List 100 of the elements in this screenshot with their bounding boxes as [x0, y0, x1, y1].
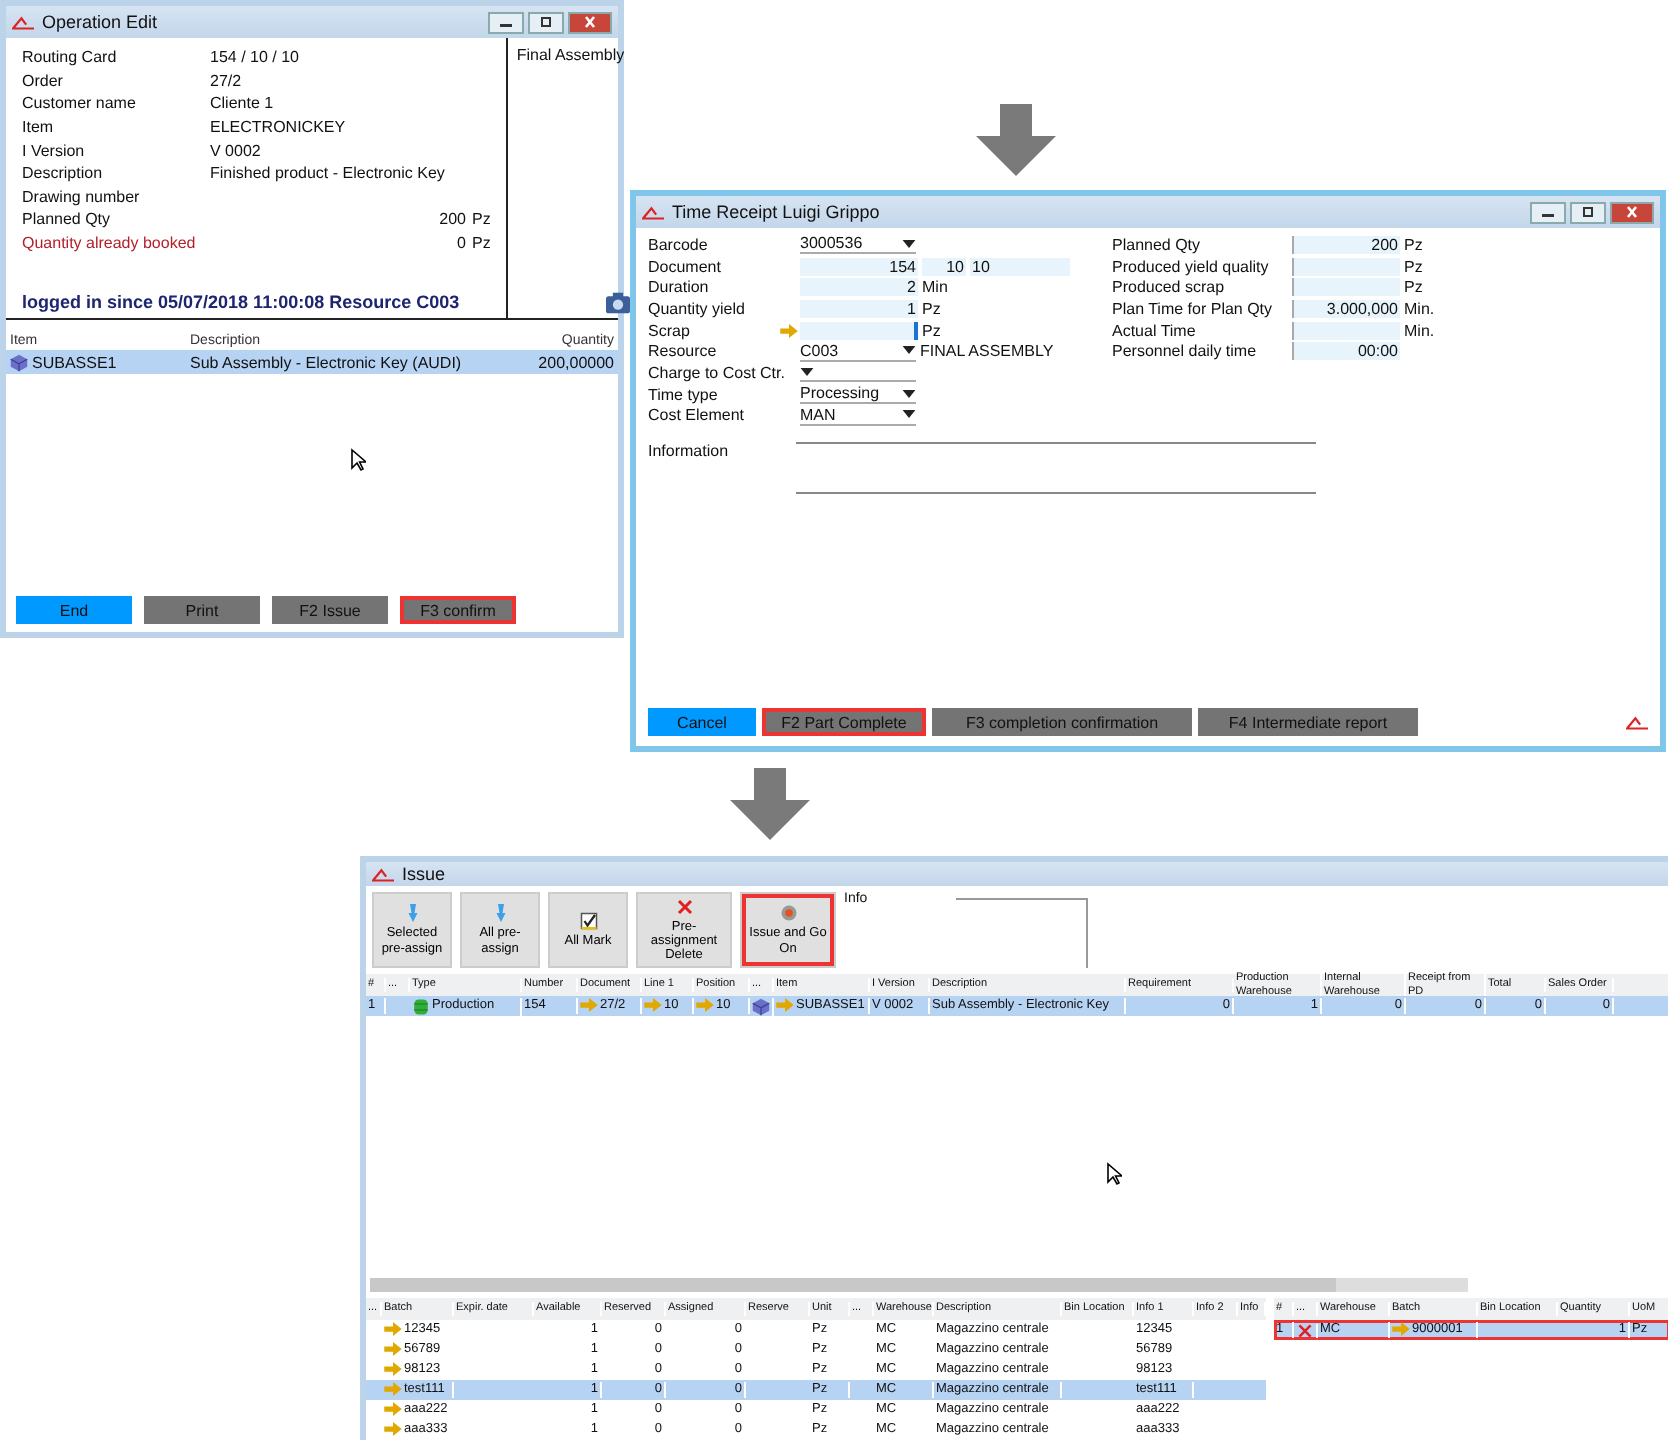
dropdown[interactable] — [800, 362, 916, 383]
unit-label: Min — [922, 278, 948, 297]
field-label: I Version — [22, 141, 87, 160]
input-field[interactable] — [1292, 321, 1400, 340]
field-label: Drawing number — [22, 187, 142, 206]
checkbox-icon — [579, 911, 597, 930]
logo-icon — [1626, 715, 1648, 729]
input-field[interactable]: 00:00 — [1292, 342, 1400, 361]
action-button[interactable]: Cancel — [648, 708, 756, 736]
action-button[interactable]: F3 completion confirmation — [932, 708, 1192, 736]
barrel-icon — [412, 997, 430, 1015]
mouse-cursor — [1106, 1162, 1122, 1186]
close-button[interactable] — [1610, 201, 1654, 223]
caret-icon — [800, 367, 814, 376]
input-field[interactable] — [1292, 257, 1400, 276]
field-label: Plan Time for Plan Qty — [1112, 299, 1275, 318]
action-button[interactable]: F2 Part Complete — [762, 708, 926, 736]
unit-label: Pz — [472, 210, 491, 229]
logo-icon — [642, 205, 664, 219]
field-value: Finished product - Electronic Key — [210, 164, 447, 183]
unit-label: Pz — [472, 234, 491, 253]
input-field[interactable] — [1292, 278, 1400, 297]
dropdown[interactable]: 3000536 — [800, 234, 916, 255]
mouse-cursor — [350, 448, 366, 472]
arrow-icon — [644, 998, 662, 1013]
unit-label: Pz — [1404, 278, 1423, 297]
field-label: Planned Qty — [22, 210, 113, 229]
table-row[interactable]: SUBASSE1 Sub Assembly - Electronic Key (AUDI) 200,00000 — [6, 350, 618, 374]
unit-label: Pz — [1404, 257, 1423, 276]
input-field[interactable]: 10 — [970, 257, 1070, 276]
action-button[interactable]: F2 Issue — [272, 596, 388, 624]
field-value: V 0002 — [210, 141, 263, 160]
unit-label: Pz — [922, 299, 941, 318]
action-button[interactable]: F3 confirm — [400, 596, 516, 624]
input-field[interactable]: 2 — [800, 278, 918, 297]
arrow-icon — [1392, 1322, 1410, 1337]
arrow-icon — [776, 998, 794, 1013]
panel-title: Final Assembly — [516, 46, 625, 64]
close-button[interactable] — [568, 11, 612, 33]
field-label: Produced yield quality — [1112, 257, 1271, 276]
delete-icon[interactable] — [1296, 1323, 1314, 1337]
cube-icon — [10, 353, 28, 371]
field-label: Item — [22, 118, 56, 137]
field-label: Order — [22, 71, 65, 90]
field-label: Document — [648, 257, 723, 276]
field-label: Scrap — [648, 321, 692, 340]
field-label: Actual Time — [1112, 321, 1198, 340]
pin-icon — [403, 904, 421, 923]
action-button[interactable]: Print — [144, 596, 260, 624]
field-value: 0 — [455, 234, 466, 253]
field-label: Duration — [648, 278, 711, 297]
caret-icon — [902, 346, 916, 355]
field-value: 154 / 10 / 10 — [210, 48, 301, 67]
close-icon — [580, 16, 600, 28]
field-value: ELECTRONICKEY — [210, 118, 348, 137]
dropdown[interactable]: MAN — [800, 405, 916, 426]
action-button[interactable]: F4 Intermediate report — [1198, 708, 1418, 736]
table-cell: 200,00000 — [538, 353, 614, 371]
input-field[interactable]: 3.000,000 — [1292, 299, 1400, 318]
maximize-button[interactable] — [528, 11, 564, 33]
input-field[interactable]: 1 — [800, 299, 918, 318]
input-field[interactable]: 10 — [922, 257, 966, 276]
camera-icon[interactable] — [606, 292, 631, 314]
arrow-icon — [580, 998, 598, 1013]
field-label: Quantity already booked — [22, 234, 198, 253]
field-label: Routing Card — [22, 48, 119, 67]
maximize-icon — [1578, 206, 1598, 218]
dropdown[interactable]: Processing — [800, 384, 916, 405]
window-title: Operation Edit — [42, 12, 158, 32]
field-value: 200 — [437, 210, 466, 229]
unit-label: Pz — [1404, 235, 1423, 254]
field-label: Barcode — [648, 235, 710, 254]
text-area[interactable] — [796, 442, 1316, 495]
status-text: logged in since 05/07/2018 11:00:08 Resource C003 — [22, 292, 462, 312]
table-cell: Sub Assembly - Electronic Key (AUDI) — [190, 353, 462, 371]
close-icon — [1622, 206, 1642, 218]
field-label: Description — [22, 164, 105, 183]
down-arrow — [730, 768, 810, 840]
scrollbar[interactable] — [370, 1278, 1468, 1292]
logo-icon — [12, 15, 34, 29]
minimize-button[interactable] — [488, 11, 524, 33]
field-value: 27/2 — [210, 71, 244, 90]
caret-icon — [902, 239, 916, 248]
maximize-button[interactable] — [1570, 201, 1606, 223]
input-field[interactable]: 200 — [1292, 235, 1400, 254]
field-label: Produced scrap — [1112, 278, 1227, 297]
input-field[interactable]: 154 — [800, 257, 918, 276]
cube-icon — [752, 997, 770, 1015]
delete-icon — [675, 897, 693, 916]
window-title: Time Receipt Luigi Grippo — [672, 202, 880, 222]
window-title: Issue — [402, 864, 446, 884]
dropdown[interactable]: C003 — [800, 341, 916, 362]
resource-name: FINAL ASSEMBLY — [920, 342, 1054, 361]
input-field[interactable] — [800, 321, 918, 340]
pin-icon — [491, 904, 509, 923]
minimize-button[interactable] — [1530, 201, 1566, 223]
maximize-icon — [536, 16, 556, 28]
field-label: Resource — [648, 342, 719, 361]
action-button[interactable]: End — [16, 596, 132, 624]
field-label: Time type — [648, 385, 720, 404]
